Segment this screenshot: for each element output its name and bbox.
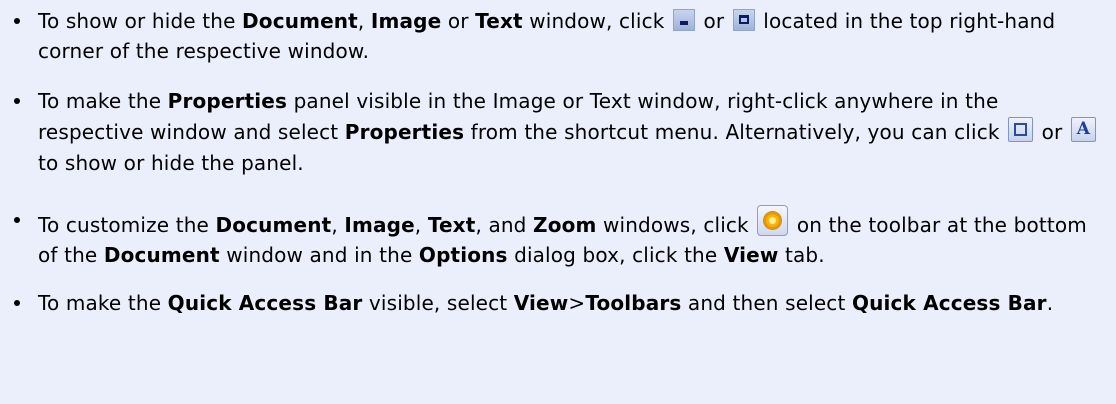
text-span: or (441, 9, 476, 33)
list-item-properties-panel: To make the Properties panel visible in … (0, 86, 1116, 179)
text-span: to show or hide the panel. (38, 151, 304, 175)
text-span: visible, select (362, 291, 514, 315)
bold-document: Document (242, 9, 358, 33)
text-span: , (331, 213, 345, 237)
text-span: To customize the (38, 213, 216, 237)
minimize-icon (672, 9, 695, 31)
text-span: , (414, 213, 428, 237)
tips-list: To show or hide the Document, Image or T… (0, 6, 1116, 318)
bold-text: Text (427, 213, 476, 237)
text-span: and then select (681, 291, 852, 315)
text-span: dialog box, click the (507, 243, 724, 267)
bold-quick-access-bar: Quick Access Bar (167, 291, 363, 315)
text-span: , and (475, 213, 534, 237)
list-item-customize-windows: To customize the Document, Image, Text, … (0, 205, 1116, 270)
text-properties-icon (1070, 117, 1096, 142)
image-properties-icon (1008, 117, 1034, 142)
text-span: To show or hide the (38, 9, 243, 33)
bold-properties: Properties (344, 120, 465, 144)
bold-view: View (723, 243, 779, 267)
bold-document: Document (215, 213, 332, 237)
text-span: , (357, 9, 371, 33)
maximize-icon (732, 9, 755, 31)
bold-image: Image (344, 213, 415, 237)
text-span: or (1035, 120, 1069, 144)
text-span: . (1046, 291, 1054, 315)
text-span: To make the (38, 291, 168, 315)
bold-properties: Properties (167, 89, 288, 113)
list-item-show-hide-windows: To show or hide the Document, Image or T… (0, 6, 1116, 66)
bold-view: View (513, 291, 569, 315)
text-span: To make the (38, 89, 168, 113)
bold-toolbars: Toolbars (585, 291, 682, 315)
bold-quick-access-bar: Quick Access Bar (851, 291, 1047, 315)
bold-image: Image (370, 9, 442, 33)
list-item-quick-access-bar: To make the Quick Access Bar visible, se… (0, 288, 1116, 318)
bold-zoom: Zoom (533, 213, 597, 237)
text-span: window, click (522, 9, 671, 33)
bold-document: Document (103, 243, 220, 267)
bold-text: Text (475, 9, 523, 33)
text-span: > (568, 291, 586, 315)
bold-options: Options (418, 243, 508, 267)
options-gear-icon (757, 205, 789, 236)
text-span: tab. (778, 243, 825, 267)
text-span: window and in the (219, 243, 419, 267)
text-span: from the shortcut menu. Alternatively, y… (464, 120, 1007, 144)
help-page: To show or hide the Document, Image or T… (0, 0, 1116, 404)
text-span: windows, click (596, 213, 756, 237)
text-span: or (696, 9, 731, 33)
